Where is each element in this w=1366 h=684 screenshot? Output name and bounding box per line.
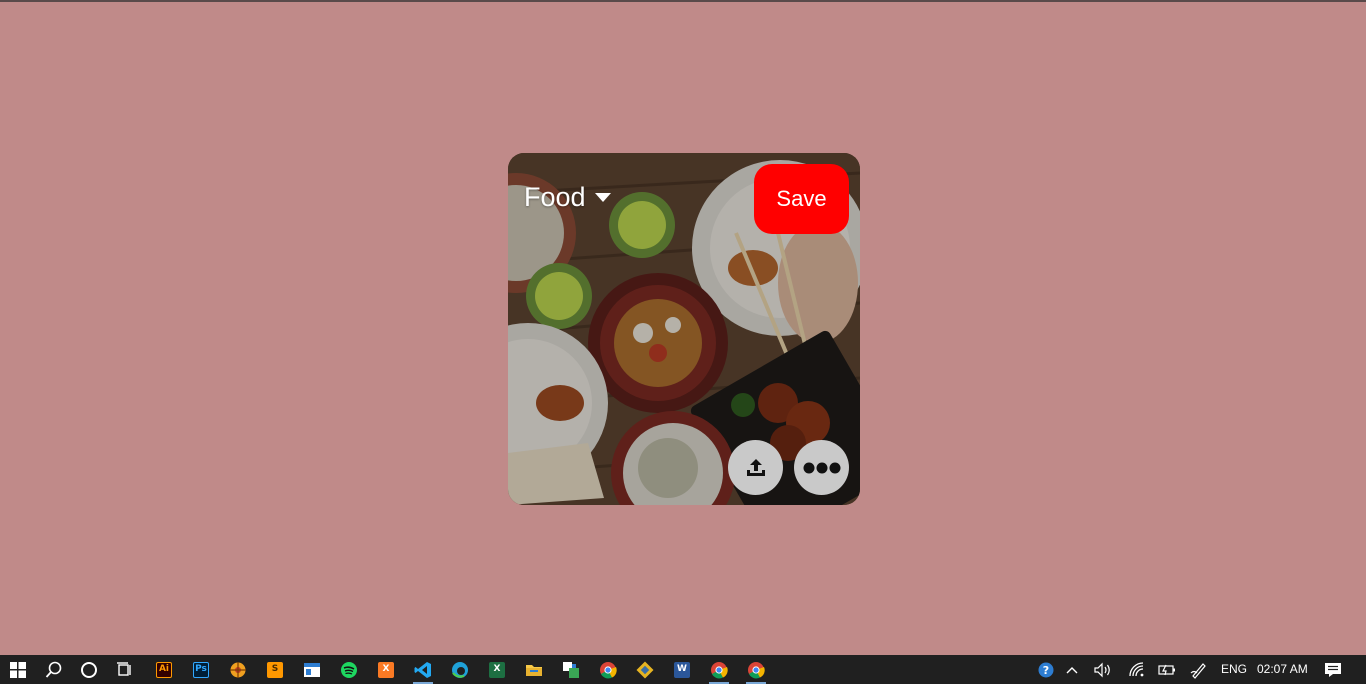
more-dots-icon <box>803 462 840 473</box>
photoshop-icon[interactable]: Ps <box>184 655 218 684</box>
sublime-text-icon[interactable]: S <box>258 655 292 684</box>
upload-icon <box>746 458 765 476</box>
chrome-icon[interactable] <box>739 655 773 684</box>
top-border <box>0 0 1366 2</box>
excel-icon[interactable]: X <box>480 655 514 684</box>
task-view-icon[interactable] <box>108 655 142 684</box>
wifi-icon[interactable] <box>1122 655 1152 684</box>
spotify-icon[interactable] <box>332 655 366 684</box>
word-icon[interactable]: W <box>665 655 699 684</box>
snipping-icon[interactable] <box>554 655 588 684</box>
windows-logo-icon[interactable] <box>1 655 35 684</box>
window-app-icon[interactable] <box>295 655 329 684</box>
pen-icon[interactable] <box>1184 655 1214 684</box>
edge-icon[interactable] <box>443 655 477 684</box>
search-icon[interactable] <box>37 655 71 684</box>
board-name: Food <box>524 182 586 212</box>
illustrator-icon[interactable]: Ai <box>147 655 181 684</box>
taskbar: Ai Ps S X X W ? ENG 02:07 AM <box>0 655 1366 684</box>
chevron-up-icon[interactable] <box>1058 655 1086 684</box>
battery-icon[interactable] <box>1152 655 1182 684</box>
clock[interactable]: 02:07 AM <box>1257 662 1308 676</box>
pin-card[interactable]: Food Save <box>508 153 860 505</box>
chevron-down-icon <box>594 193 611 202</box>
folder-icon[interactable] <box>517 655 551 684</box>
chrome-icon[interactable] <box>591 655 625 684</box>
notification-icon[interactable] <box>1316 655 1350 684</box>
xampp-icon[interactable]: X <box>369 655 403 684</box>
vscode-icon[interactable] <box>406 655 440 684</box>
help-icon[interactable]: ? <box>1031 655 1061 684</box>
share-button[interactable] <box>728 440 783 495</box>
compass-icon[interactable] <box>221 655 255 684</box>
board-selector[interactable]: Food <box>524 181 612 213</box>
circle-icon[interactable] <box>72 655 106 684</box>
more-options-button[interactable] <box>794 440 849 495</box>
chrome-icon[interactable] <box>702 655 736 684</box>
git-icon[interactable] <box>628 655 662 684</box>
save-button[interactable]: Save <box>754 164 849 234</box>
language-indicator[interactable]: ENG <box>1221 662 1247 676</box>
svg-text:?: ? <box>1043 664 1049 677</box>
volume-icon[interactable] <box>1088 655 1118 684</box>
